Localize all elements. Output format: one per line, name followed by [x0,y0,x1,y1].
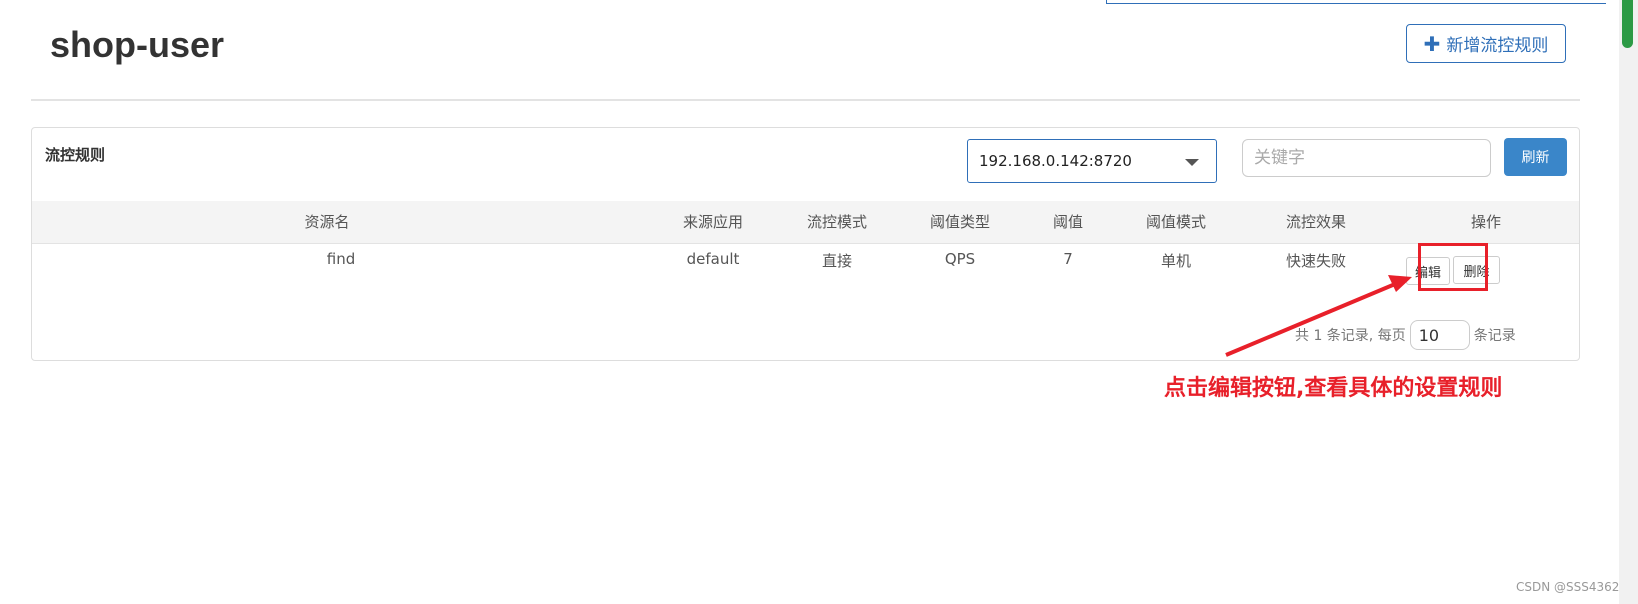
annotation-text: 点击编辑按钮,查看具体的设置规则 [1164,376,1503,401]
annotation-arrow [1225,275,1412,357]
scrollbar-thumb[interactable] [1622,0,1633,48]
watermark: CSDN @SSS4362 [1516,580,1620,594]
arrow-shaft [1225,280,1401,357]
vertical-scrollbar[interactable] [1619,0,1638,604]
